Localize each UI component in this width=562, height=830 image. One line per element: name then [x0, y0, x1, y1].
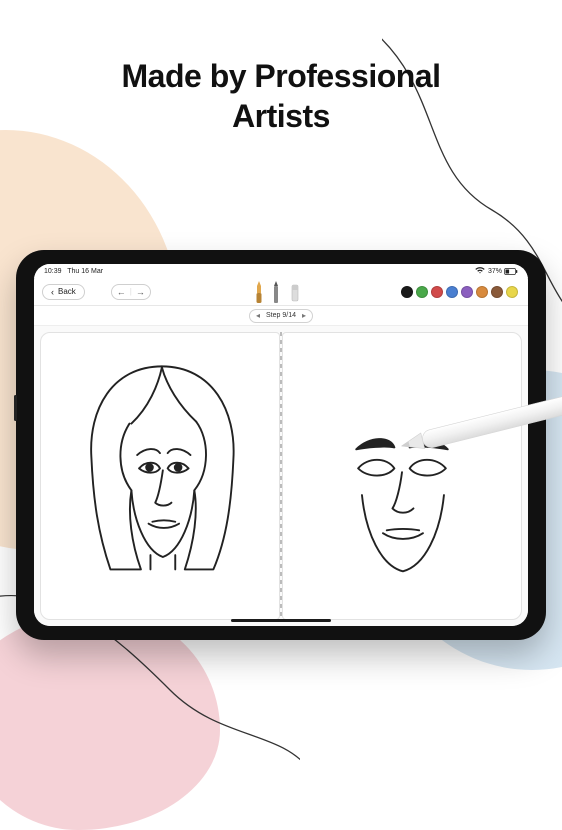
swatch-black[interactable]	[401, 286, 413, 298]
statusbar-right: 37%	[475, 267, 518, 276]
redo-icon[interactable]: →	[136, 287, 145, 297]
undo-redo-buttons[interactable]: ← | →	[111, 284, 151, 300]
wifi-icon	[475, 267, 485, 276]
brush-tool[interactable]	[254, 282, 262, 302]
chevron-left-icon: ‹	[51, 287, 54, 297]
step-nav-row: ◂ Step 9/14 ▸	[34, 306, 528, 326]
drawing-tools	[159, 282, 393, 302]
promo-headline: Made by Professional Artists	[0, 0, 562, 136]
step-label: Step 9/14	[266, 312, 296, 319]
top-toolbar: ‹ Back ← | →	[34, 278, 528, 306]
drawing-page[interactable]	[282, 332, 522, 620]
step-prev-icon[interactable]: ◂	[256, 311, 260, 320]
statusbar-left: 10:39 Thu 16 Mar	[44, 268, 103, 275]
status-time: 10:39	[44, 268, 62, 275]
back-button[interactable]: ‹ Back	[42, 284, 85, 300]
swatch-brown[interactable]	[491, 286, 503, 298]
undo-icon[interactable]: ←	[117, 287, 126, 297]
eraser-tool[interactable]	[290, 282, 298, 302]
swatch-yellow[interactable]	[506, 286, 518, 298]
swatch-red[interactable]	[431, 286, 443, 298]
back-label: Back	[58, 287, 76, 296]
swatch-green[interactable]	[416, 286, 428, 298]
step-nav[interactable]: ◂ Step 9/14 ▸	[249, 309, 313, 323]
battery-pct: 37%	[488, 268, 502, 275]
home-indicator	[231, 619, 331, 622]
swatch-blue[interactable]	[446, 286, 458, 298]
status-date: Thu 16 Mar	[67, 268, 103, 275]
battery-icon: 37%	[488, 268, 518, 275]
pencil-tool[interactable]	[272, 282, 280, 302]
step-next-icon[interactable]: ▸	[302, 311, 306, 320]
swatch-purple[interactable]	[461, 286, 473, 298]
swatch-orange[interactable]	[476, 286, 488, 298]
reference-drawing	[41, 333, 279, 619]
reference-page	[40, 332, 280, 620]
color-palette	[401, 286, 520, 298]
headline-line2: Artists	[0, 96, 562, 136]
sketchbook	[34, 326, 528, 626]
headline-line1: Made by Professional	[0, 56, 562, 96]
status-bar: 10:39 Thu 16 Mar 37%	[34, 264, 528, 278]
user-drawing	[283, 333, 521, 619]
